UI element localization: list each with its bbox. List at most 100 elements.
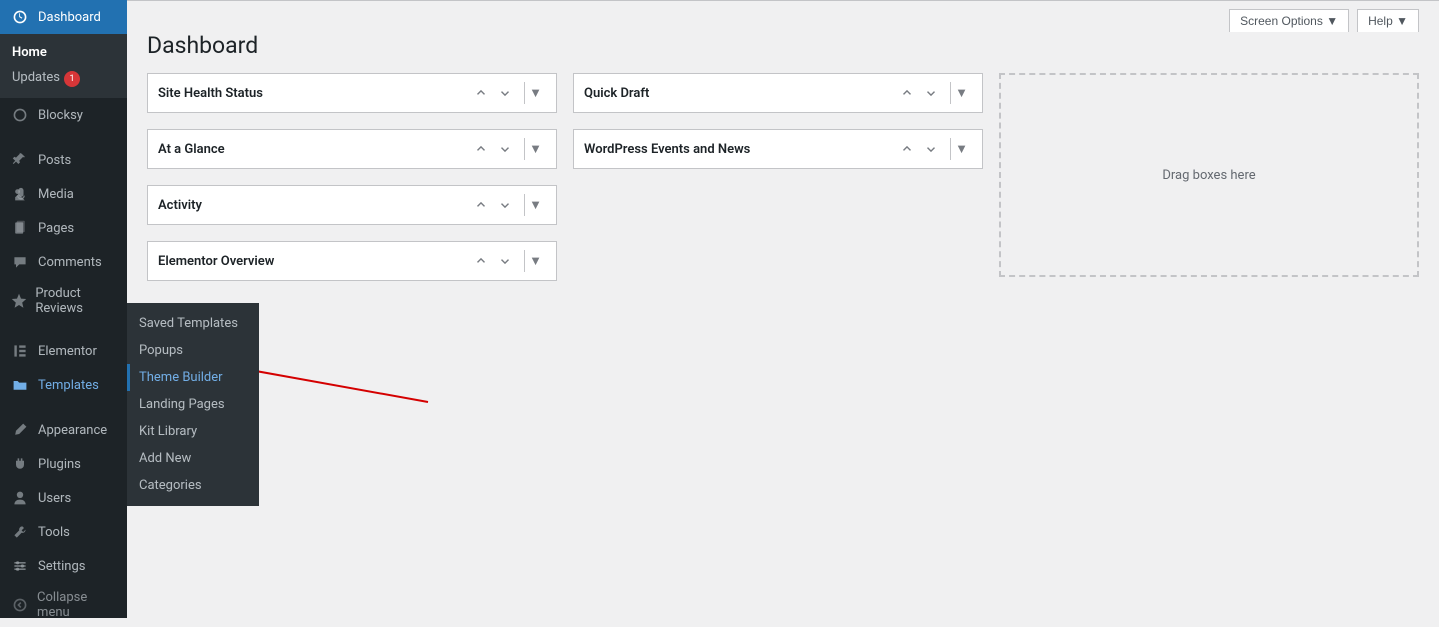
comments-icon [10, 252, 30, 272]
nav-users[interactable]: Users [0, 481, 127, 515]
widget-quick-draft: Quick Draft ▼ [573, 73, 983, 113]
widget-header[interactable]: Activity ▼ [148, 186, 556, 224]
nav-pages[interactable]: Pages [0, 211, 127, 245]
toggle-icon[interactable]: ▼ [524, 250, 546, 272]
move-down-icon[interactable] [920, 82, 942, 104]
elementor-icon [10, 341, 30, 361]
widget-header[interactable]: Site Health Status ▼ [148, 74, 556, 112]
widget-elementor-overview: Elementor Overview ▼ [147, 241, 557, 281]
nav-product-reviews[interactable]: Product Reviews [0, 279, 127, 323]
widget-controls: ▼ [896, 138, 972, 160]
nav-separator [0, 323, 127, 328]
move-down-icon[interactable] [494, 138, 516, 160]
flyout-add-new[interactable]: Add New [127, 445, 259, 472]
admin-sidebar: Dashboard Home Updates1 Blocksy Posts Me… [0, 0, 127, 618]
widget-controls: ▼ [470, 194, 546, 216]
flyout-popups[interactable]: Popups [127, 337, 259, 364]
widget-col-2: Quick Draft ▼ WordPress Events and News … [573, 73, 983, 281]
nav-label: Plugins [38, 457, 81, 472]
nav-comments[interactable]: Comments [0, 245, 127, 279]
main-content: Screen Options ▼ Help ▼ Dashboard Site H… [127, 0, 1439, 618]
nav-plugins[interactable]: Plugins [0, 447, 127, 481]
flyout-categories[interactable]: Categories [127, 472, 259, 499]
nav-posts[interactable]: Posts [0, 143, 127, 177]
sub-updates[interactable]: Updates1 [0, 65, 127, 92]
move-up-icon[interactable] [470, 194, 492, 216]
nav-label: Media [38, 187, 74, 202]
nav-elementor[interactable]: Elementor [0, 334, 127, 368]
toggle-icon[interactable]: ▼ [524, 138, 546, 160]
nav-separator [0, 132, 127, 137]
widget-title: Activity [158, 198, 202, 213]
nav-label: Posts [38, 153, 71, 168]
move-down-icon[interactable] [494, 194, 516, 216]
page-title: Dashboard [127, 32, 1439, 73]
widget-dropzone[interactable]: Drag boxes here [999, 73, 1419, 277]
move-down-icon[interactable] [494, 250, 516, 272]
toggle-icon[interactable]: ▼ [524, 82, 546, 104]
folder-icon [10, 375, 30, 395]
widget-title: Site Health Status [158, 86, 263, 101]
toggle-icon[interactable]: ▼ [524, 194, 546, 216]
nav-label: Collapse menu [37, 590, 119, 620]
widget-controls: ▼ [470, 138, 546, 160]
widget-header[interactable]: Quick Draft ▼ [574, 74, 982, 112]
nav-media[interactable]: Media [0, 177, 127, 211]
caret-down-icon: ▼ [1326, 14, 1338, 28]
nav-dashboard[interactable]: Dashboard [0, 0, 127, 34]
nav-templates[interactable]: Templates [0, 368, 127, 402]
widget-columns: Site Health Status ▼ At a Glance ▼ [127, 73, 1439, 281]
widget-header[interactable]: WordPress Events and News ▼ [574, 130, 982, 168]
widget-col-1: Site Health Status ▼ At a Glance ▼ [147, 73, 557, 281]
flyout-theme-builder[interactable]: Theme Builder [127, 364, 259, 391]
widget-title: At a Glance [158, 142, 225, 157]
toggle-icon[interactable]: ▼ [950, 82, 972, 104]
dashboard-icon [10, 7, 30, 27]
nav-label: Appearance [38, 423, 107, 438]
nav-blocksy[interactable]: Blocksy [0, 98, 127, 132]
widget-header[interactable]: At a Glance ▼ [148, 130, 556, 168]
flyout-landing-pages[interactable]: Landing Pages [127, 391, 259, 418]
widget-wp-events-news: WordPress Events and News ▼ [573, 129, 983, 169]
nav-label: Tools [38, 525, 70, 540]
screen-options-button[interactable]: Screen Options ▼ [1229, 9, 1349, 32]
star-icon [10, 291, 27, 311]
caret-down-icon: ▼ [1396, 14, 1408, 28]
nav-separator [0, 402, 127, 407]
flyout-kit-library[interactable]: Kit Library [127, 418, 259, 445]
nav-label: Users [38, 491, 71, 506]
wrench-icon [10, 522, 30, 542]
help-button[interactable]: Help ▼ [1357, 9, 1419, 32]
nav-label: Templates [38, 378, 99, 393]
updates-badge: 1 [64, 71, 80, 87]
nav-label: Dashboard [38, 10, 101, 25]
media-icon [10, 184, 30, 204]
nav-appearance[interactable]: Appearance [0, 413, 127, 447]
move-up-icon[interactable] [470, 138, 492, 160]
widget-title: Elementor Overview [158, 254, 274, 269]
widget-header[interactable]: Elementor Overview ▼ [148, 242, 556, 280]
widget-at-a-glance: At a Glance ▼ [147, 129, 557, 169]
move-down-icon[interactable] [920, 138, 942, 160]
sub-home[interactable]: Home [0, 40, 127, 65]
move-down-icon[interactable] [494, 82, 516, 104]
nav-tools[interactable]: Tools [0, 515, 127, 549]
blocksy-icon [10, 105, 30, 125]
nav-settings[interactable]: Settings [0, 549, 127, 583]
nav-label: Settings [38, 559, 85, 574]
toggle-icon[interactable]: ▼ [950, 138, 972, 160]
move-up-icon[interactable] [470, 82, 492, 104]
nav-label: Product Reviews [35, 286, 119, 316]
widget-controls: ▼ [470, 82, 546, 104]
widget-site-health: Site Health Status ▼ [147, 73, 557, 113]
top-bar: Screen Options ▼ Help ▼ [127, 1, 1439, 32]
move-up-icon[interactable] [896, 138, 918, 160]
move-up-icon[interactable] [896, 82, 918, 104]
flyout-saved-templates[interactable]: Saved Templates [127, 310, 259, 337]
nav-menu: Dashboard Home Updates1 Blocksy Posts Me… [0, 0, 127, 627]
nav-dashboard-subitems: Home Updates1 [0, 34, 127, 98]
move-up-icon[interactable] [470, 250, 492, 272]
user-icon [10, 488, 30, 508]
widget-controls: ▼ [896, 82, 972, 104]
nav-collapse[interactable]: Collapse menu [0, 583, 127, 627]
